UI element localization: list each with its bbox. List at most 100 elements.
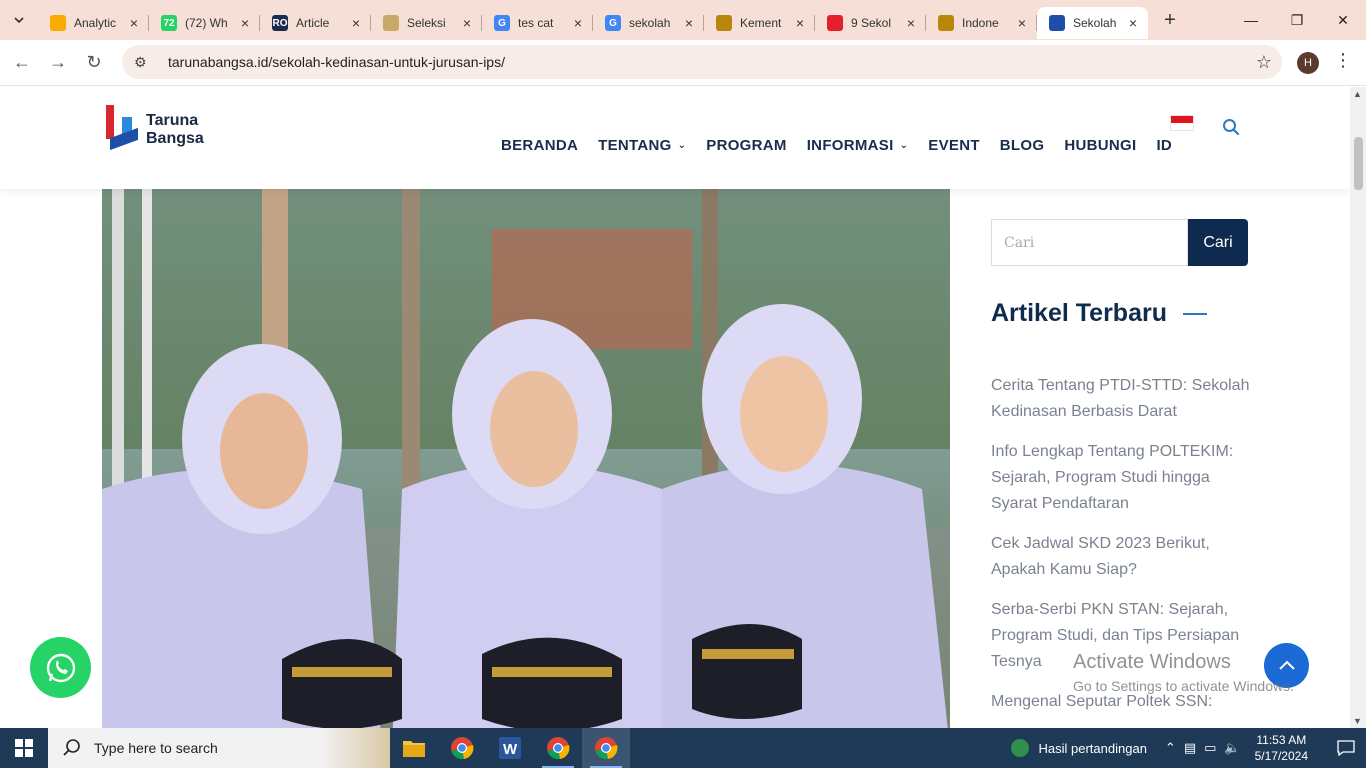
whatsapp-icon: [46, 653, 75, 682]
tab-close-icon[interactable]: ×: [571, 15, 585, 31]
tab-title: Seleksi: [407, 16, 446, 30]
taskbar-clock[interactable]: 11:53 AM 5/17/2024: [1255, 732, 1308, 764]
browser-tab[interactable]: Gsekolah ×: [593, 7, 704, 39]
chrome-icon: [547, 737, 570, 760]
nav-item-program[interactable]: PROGRAM: [706, 137, 786, 154]
sidebar-search-button[interactable]: Cari: [1188, 219, 1248, 266]
clock-time: 11:53 AM: [1256, 733, 1307, 747]
taskbar-search-box[interactable]: Type here to search: [48, 728, 390, 768]
browser-tab[interactable]: Kement ×: [704, 7, 815, 39]
tab-close-icon[interactable]: ×: [1126, 15, 1140, 31]
url-text[interactable]: tarunabangsa.id/sekolah-kedinasan-untuk-…: [168, 54, 1246, 70]
nav-item-label: HUBUNGI: [1064, 137, 1137, 154]
indonesia-flag-icon[interactable]: [1170, 115, 1194, 131]
nav-item-label: PROGRAM: [706, 137, 787, 154]
tab-favicon-icon: [716, 15, 732, 31]
nav-item-beranda[interactable]: BERANDA: [501, 137, 578, 154]
restore-button[interactable]: ❐: [1274, 0, 1320, 40]
news-icon: [1010, 739, 1029, 757]
notification-center-button[interactable]: [1326, 740, 1366, 756]
nav-item-label: EVENT: [928, 137, 980, 154]
nav-item-hubungi[interactable]: HUBUNGI: [1064, 137, 1136, 154]
watermark-line-1: Activate Windows: [1073, 651, 1231, 673]
browser-tab[interactable]: Seleksi ×: [371, 7, 482, 39]
logo-line-1: Taruna: [146, 112, 199, 129]
whatsapp-chat-button[interactable]: [30, 637, 91, 698]
reload-button[interactable]: ↻: [76, 45, 112, 81]
main-navigation: BERANDA TENTANG ⌄ PROGRAM INFORMASI ⌄ EVENT BLO…: [501, 137, 1192, 154]
windows-taskbar: Type here to search W Hasil pertandingan…: [0, 728, 1366, 768]
news-text: Hasil pertandingan: [1038, 740, 1147, 756]
volume-icon[interactable]: 🔈: [1224, 740, 1240, 756]
browser-tab[interactable]: Gtes cat ×: [482, 7, 593, 39]
site-header: Taruna Bangsa BERANDA TENTANG ⌄ PROGRAM INFO…: [0, 87, 1350, 189]
show-hidden-icons-chevron-icon[interactable]: ⌃: [1165, 740, 1176, 756]
tab-title: Sekolah: [1073, 16, 1117, 30]
windows-logo-icon: [15, 739, 33, 757]
tab-close-icon[interactable]: ×: [238, 15, 252, 31]
nav-item-id[interactable]: ID: [1156, 137, 1172, 154]
tab-title: tes cat: [518, 16, 554, 30]
tab-title: sekolah: [629, 16, 671, 30]
taskbar-chrome-profile-r[interactable]: [534, 728, 582, 768]
browser-tab[interactable]: Indone ×: [926, 7, 1037, 39]
nav-item-label: BERANDA: [501, 137, 579, 154]
tab-close-icon[interactable]: ×: [1015, 15, 1029, 31]
tab-close-icon[interactable]: ×: [904, 15, 918, 31]
tab-favicon-icon: 72: [161, 15, 177, 31]
tab-close-icon[interactable]: ×: [682, 15, 696, 31]
search-icon[interactable]: [1222, 118, 1240, 136]
browser-menu-icon[interactable]: ⋮: [1334, 50, 1352, 71]
browser-tab[interactable]: 9 Sekol ×: [815, 7, 926, 39]
nav-item-blog[interactable]: BLOG: [1000, 137, 1045, 154]
profile-avatar[interactable]: H: [1297, 52, 1319, 74]
news-widget[interactable]: Hasil pertandingan: [1010, 739, 1147, 757]
display-icon[interactable]: ▭: [1204, 740, 1216, 756]
tab-close-icon[interactable]: ×: [460, 15, 474, 31]
nav-item-tentang[interactable]: TENTANG ⌄: [598, 137, 686, 154]
taskbar-chrome-profile-h[interactable]: [582, 728, 630, 768]
nav-item-informasi[interactable]: INFORMASI ⌄: [807, 137, 909, 154]
search-icon: [63, 739, 80, 756]
start-button[interactable]: [0, 728, 48, 768]
taskbar-chrome[interactable]: [438, 728, 486, 768]
nav-item-label: TENTANG: [598, 137, 672, 154]
scrollbar-thumb[interactable]: [1354, 137, 1363, 190]
search-highlight-image: [320, 728, 390, 768]
tab-favicon-icon: [827, 15, 843, 31]
tab-close-icon[interactable]: ×: [127, 15, 141, 31]
browser-tab[interactable]: Analytic ×: [38, 7, 149, 39]
tab-close-icon[interactable]: ×: [793, 15, 807, 31]
site-logo[interactable]: Taruna Bangsa: [104, 105, 204, 155]
scroll-up-arrow[interactable]: ▲: [1353, 89, 1362, 99]
browser-tab[interactable]: Sekolah ×: [1037, 7, 1148, 39]
sidebar-search-form: Cari: [991, 219, 1261, 266]
tab-search-button[interactable]: [0, 0, 38, 40]
tab-close-icon[interactable]: ×: [349, 15, 363, 31]
network-icon[interactable]: ▤: [1184, 740, 1196, 756]
watermark-line-2: Go to Settings to activate Windows.: [1073, 678, 1294, 694]
scroll-down-arrow[interactable]: ▼: [1353, 716, 1362, 726]
minimize-button[interactable]: —: [1228, 0, 1274, 40]
page-scrollbar[interactable]: ▲ ▼: [1350, 87, 1366, 728]
forward-button[interactable]: →: [40, 45, 76, 81]
close-window-button[interactable]: ✕: [1320, 0, 1366, 40]
tab-title: Indone: [962, 16, 999, 30]
address-bar[interactable]: ⚙ tarunabangsa.id/sekolah-kedinasan-untu…: [122, 45, 1282, 79]
tab-favicon-icon: [1049, 15, 1065, 31]
browser-toolbar: ← → ↻ ⚙ tarunabangsa.id/sekolah-kedinasa…: [0, 40, 1366, 86]
recent-post-link[interactable]: Info Lengkap Tentang POLTEKIM: Sejarah, …: [991, 439, 1251, 517]
taskbar-word[interactable]: W: [486, 728, 534, 768]
nav-item-event[interactable]: EVENT: [928, 137, 980, 154]
browser-tab[interactable]: 72 (72) Wh ×: [149, 7, 260, 39]
taskbar-file-explorer[interactable]: [390, 728, 438, 768]
bookmark-star-icon[interactable]: ☆: [1246, 52, 1282, 73]
recent-post-link[interactable]: Cek Jadwal SKD 2023 Berikut, Apakah Kamu…: [991, 531, 1251, 583]
back-button[interactable]: ←: [4, 45, 40, 81]
browser-tab[interactable]: RO Article ×: [260, 7, 371, 39]
new-tab-button[interactable]: +: [1152, 9, 1188, 32]
recent-post-link[interactable]: Cerita Tentang PTDI-STTD: Sekolah Kedina…: [991, 373, 1251, 425]
site-info-icon[interactable]: ⚙: [134, 54, 154, 71]
sidebar-search-input[interactable]: [991, 219, 1188, 266]
system-tray: Hasil pertandingan ⌃ ▤ ▭ 🔈 11:53 AM 5/17…: [1010, 728, 1366, 768]
